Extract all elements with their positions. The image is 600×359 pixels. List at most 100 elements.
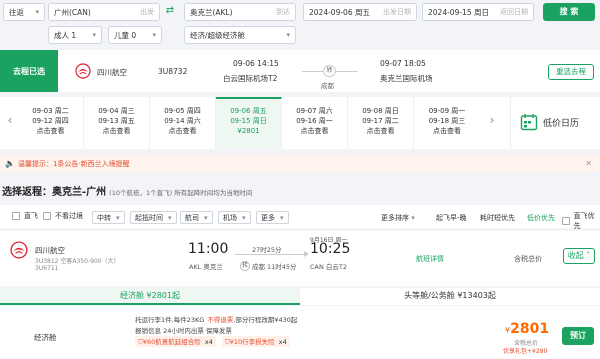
- checkbox-icon: [562, 217, 570, 225]
- coupon-1-count: x4: [204, 338, 213, 346]
- speaker-icon: 🔈: [5, 159, 15, 168]
- chevron-down-icon: ▾: [92, 31, 96, 39]
- return-summary: (10个航班，1个直飞) 所有起降时间均为当地时间: [109, 189, 253, 197]
- flight-arr-airport: CAN 白云T2: [310, 263, 348, 271]
- fare-row: 经济舱 托运行李1件,每件23KG 不得退票 ,部分行程改期¥430起 报销信息…: [0, 306, 600, 359]
- flight-details-link[interactable]: 航班详情: [416, 254, 444, 264]
- date-tab-list: 09-03 周二 09-12 周四 点击查看 09-04 周三 09-13 周五…: [18, 97, 480, 149]
- chevron-down-icon: ▾: [152, 31, 156, 39]
- date-tab[interactable]: 09-08 周日 09-17 周二 点击查看: [348, 97, 414, 149]
- date-tab-return: 09-18 周三: [428, 117, 466, 125]
- time-filter[interactable]: 起抵时间 ▾: [130, 211, 177, 224]
- date-tab-depart: 09-09 周一: [428, 107, 466, 115]
- airline-filter-label: 航司: [185, 213, 199, 222]
- cabin-tab-economy[interactable]: 经济舱 ¥2801起: [0, 288, 300, 305]
- coupon-2-label: ¥10行李损失险: [229, 338, 275, 346]
- adult-select[interactable]: 成人 1 ▾: [48, 26, 102, 44]
- chevron-right-icon[interactable]: ›: [486, 113, 498, 133]
- coupon-1[interactable]: ⛉¥60航意航延组合险 x4: [135, 336, 216, 347]
- trip-type-value: 往返: [9, 7, 24, 17]
- sort-departure[interactable]: 起飞早-晚: [436, 213, 467, 223]
- sort-price[interactable]: 低价优先: [527, 213, 555, 223]
- return-date-value: 2024-09-15 周日: [428, 7, 489, 17]
- search-button[interactable]: 搜 索: [543, 3, 595, 21]
- date-tab[interactable]: 09-09 周一 09-18 周三 点击查看: [414, 97, 480, 149]
- more-filter-label: 更多: [261, 213, 275, 222]
- date-tab-price: 点击查看: [433, 127, 461, 135]
- flight-number-2: 3U6711: [35, 265, 59, 272]
- return-route: 奥克兰-广州: [52, 187, 107, 198]
- return-date-input[interactable]: 2024-09-15 周日 返回日期: [422, 3, 534, 21]
- to-city-input[interactable]: 奥克兰(AKL) 到达: [184, 3, 296, 21]
- chevron-down-icon: ▾: [242, 213, 246, 222]
- collapse-button[interactable]: 收起 ˄: [563, 248, 595, 264]
- checkbox-icon: [43, 212, 51, 220]
- date-tab-depart: 09-08 周日: [362, 107, 399, 115]
- airport-filter[interactable]: 机场 ▾: [218, 211, 251, 224]
- direct-first-checkbox[interactable]: 直飞优先: [562, 211, 600, 231]
- to-placeholder: 到达: [276, 8, 290, 16]
- sort-duration[interactable]: 耗时短优先: [480, 213, 515, 223]
- fare-cabin-name: 经济舱: [34, 333, 57, 342]
- outbound-arr-airport: 奥克兰国际机场: [380, 74, 433, 83]
- notice-count[interactable]: 1条公告: [53, 159, 78, 169]
- date-tab-price: 点击查看: [366, 127, 395, 135]
- transit-filter[interactable]: 中转 ▾: [92, 211, 125, 224]
- fare-gift-note[interactable]: 优享礼包+¥280: [503, 346, 547, 355]
- selected-outbound-card: 去程已选 四川航空 3U8732 09-06 14:15 白云国际机场T2 转 …: [0, 50, 600, 92]
- child-select[interactable]: 儿童 0 ▾: [108, 26, 162, 44]
- fare-price: ¥ 2801: [505, 321, 549, 337]
- depart-date-input[interactable]: 2024-09-06 周五 出发日期: [303, 3, 417, 21]
- cabin-select[interactable]: 经济/超级经济舱 ▾: [184, 26, 296, 44]
- date-tab-depart: 09-06 周五: [230, 107, 267, 115]
- date-tab-return: 09-15 周日: [230, 117, 267, 125]
- stop-duration: 11时45分: [267, 263, 297, 271]
- close-icon[interactable]: ✕: [585, 159, 592, 168]
- chevron-down-icon: ▾: [168, 213, 172, 222]
- coupon-2[interactable]: ⛉¥10行李损失险 x4: [221, 336, 290, 347]
- adult-value: 成人 1: [54, 30, 77, 40]
- cabin-tab-business[interactable]: 头等舱/公务舱 ¥13403起: [300, 288, 600, 305]
- flight-duration: 27时25分: [252, 246, 282, 254]
- fare-coupons: ⛉¥60航意航延组合险 x4 ⛉¥10行李损失险 x4: [135, 336, 290, 347]
- date-tab-depart: 09-03 周二: [32, 107, 69, 115]
- more-filter[interactable]: 更多 ▾: [256, 211, 289, 224]
- notice-label: 温馨提示：: [17, 159, 53, 168]
- chevron-left-icon[interactable]: ‹: [4, 113, 16, 133]
- chevron-down-icon: ▾: [411, 214, 415, 222]
- date-tab-price: 点击查看: [168, 127, 197, 135]
- low-price-calendar-button[interactable]: 低价日历: [520, 112, 579, 132]
- date-tab-price: 点击查看: [102, 127, 131, 135]
- notice-text[interactable]: ·新西兰入境提醒: [78, 159, 129, 169]
- date-tab-price: 点击查看: [36, 127, 65, 135]
- date-tab[interactable]: 09-07 周六 09-16 周一 点击查看: [282, 97, 348, 149]
- hide-shared-checkbox[interactable]: 不看过境: [43, 211, 83, 221]
- date-tab[interactable]: 09-04 周三 09-13 周五 点击查看: [84, 97, 150, 149]
- from-placeholder: 出发: [140, 8, 154, 16]
- date-tab[interactable]: 09-05 周四 09-14 周六 点击查看: [150, 97, 216, 149]
- coupon-1-label: ¥60航意航延组合险: [142, 338, 201, 346]
- chevron-down-icon: ▾: [35, 8, 39, 16]
- book-button[interactable]: 预订: [562, 327, 594, 345]
- more-sort-dropdown[interactable]: 更多排序 ▾: [381, 213, 415, 223]
- return-placeholder: 返回日期: [500, 8, 528, 16]
- return-title-prefix: 选择返程：: [2, 187, 52, 198]
- collapse-label: 收起: [567, 251, 584, 260]
- date-tabs-bar: ‹ 09-03 周二 09-12 周四 点击查看 09-04 周三 09-13 …: [0, 97, 600, 149]
- chevron-down-icon: ▾: [116, 213, 120, 222]
- date-tab[interactable]: 09-03 周二 09-12 周四 点击查看: [18, 97, 84, 149]
- direct-only-checkbox[interactable]: 直飞: [12, 211, 38, 221]
- more-sort-label: 更多排序: [381, 214, 409, 222]
- date-tab-active[interactable]: 09-06 周五 09-15 周日 ¥2801: [216, 97, 282, 149]
- fare-ticket-info: 报销信息 24小时内出票 保障发票: [135, 327, 232, 335]
- from-city-input[interactable]: 广州(CAN) 出发: [48, 3, 160, 21]
- cabin-value: 经济/超级经济舱: [190, 30, 246, 40]
- trip-type-select[interactable]: 往返 ▾: [3, 3, 45, 21]
- outbound-arr-time: 09-07 18:05: [380, 59, 426, 68]
- airline-filter[interactable]: 航司 ▾: [180, 211, 213, 224]
- fare-rules: 托运行李1件,每件23KG 不得退票 ,部分行程改期¥430起: [135, 314, 297, 324]
- swap-icon[interactable]: ⇄: [164, 5, 176, 19]
- calendar-icon: [520, 114, 538, 131]
- chevron-up-icon: ˄: [583, 251, 591, 260]
- reselect-outbound-button[interactable]: 重选去程: [548, 64, 594, 80]
